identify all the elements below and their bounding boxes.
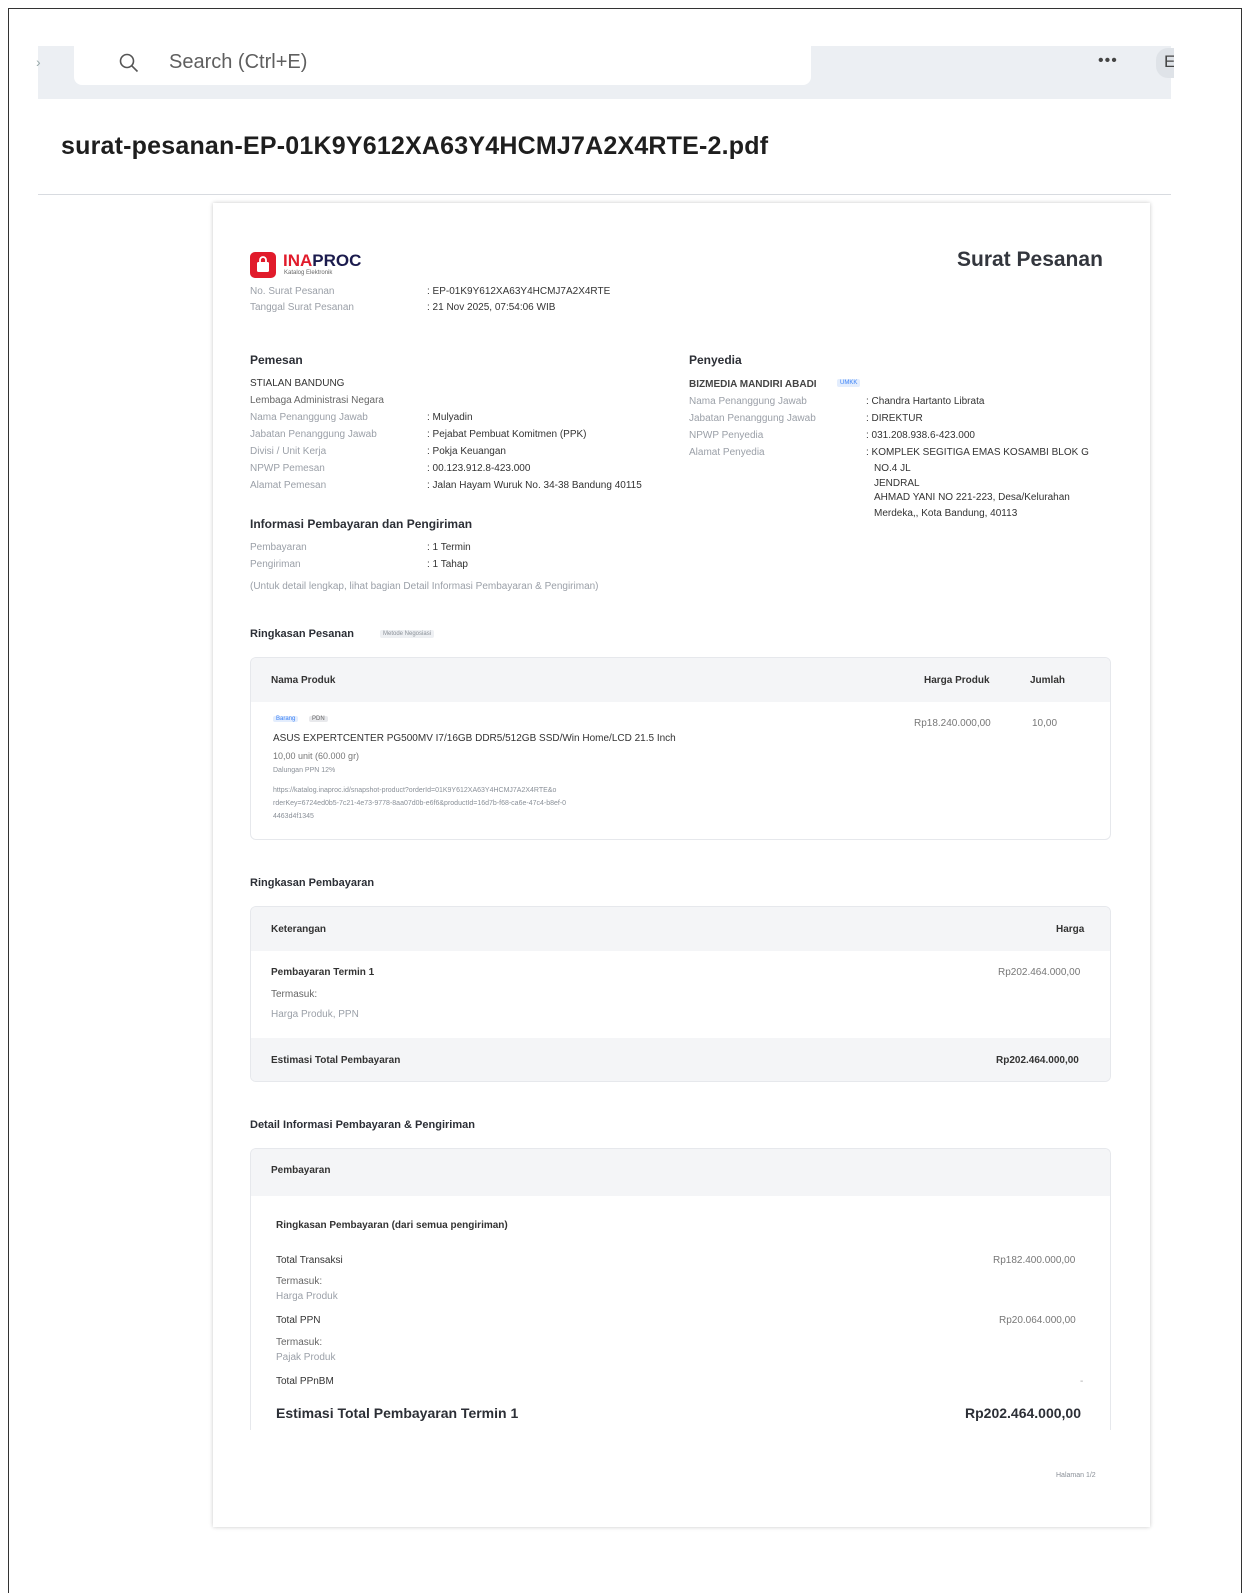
pemesan-row-value: : Mulyadin [427, 412, 473, 423]
no-surat-value: : EP-01K9Y612XA63Y4HCMJ7A2X4RTE [427, 286, 611, 297]
total-transaksi-value: Rp182.400.000,00 [993, 1255, 1076, 1266]
product-name: ASUS EXPERTCENTER PG500MV I7/16GB DDR5/5… [273, 733, 676, 744]
search-icon[interactable] [118, 52, 140, 74]
penyedia-address-line: AHMAD YANI NO 221-223, Desa/Kelurahan [874, 492, 1070, 503]
ringkasan-pembayaran-heading: Ringkasan Pembayaran [250, 877, 375, 889]
termin-label: Pembayaran Termin 1 [271, 967, 375, 978]
info-row-label: Pembayaran [250, 542, 307, 553]
includes-items: Harga Produk, PPN [271, 1009, 359, 1020]
detail-card-head: Pembayaran [271, 1165, 331, 1176]
penyedia-org: BIZMEDIA MANDIRI ABADI [689, 379, 817, 390]
pdn-tag: PDN [309, 716, 328, 722]
pemesan-row-label: Alamat Pemesan [250, 480, 327, 491]
info-row-value: : 1 Termin [427, 542, 471, 553]
logo-subtitle: Katalog Elektronik [284, 270, 333, 276]
card-header [251, 1149, 1110, 1196]
edge-button[interactable]: E [1156, 48, 1174, 78]
barang-tag: Barang [273, 716, 299, 722]
pemesan-row-value: : Pejabat Pembuat Komitmen (PPK) [427, 429, 587, 440]
pemesan-row-value: : Pokja Keuangan [427, 446, 506, 457]
detail-card [250, 1148, 1111, 1430]
penyedia-row-label: Nama Penanggung Jawab [689, 396, 807, 407]
estimasi-total-value: Rp202.464.000,00 [996, 1055, 1079, 1066]
info-note: (Untuk detail lengkap, lihat bagian Deta… [250, 581, 599, 592]
penyedia-address-line: Merdeka,, Kota Bandung, 40113 [874, 508, 1018, 519]
chevron-left-icon[interactable]: › [36, 54, 41, 70]
no-surat-label: No. Surat Pesanan [250, 286, 335, 297]
penyedia-address-line: JENDRAL [874, 478, 920, 489]
estimasi-termin-label: Estimasi Total Pembayaran Termin 1 [276, 1405, 519, 1421]
col-harga-produk: Harga Produk [924, 675, 990, 686]
pemesan-row-label: Jabatan Penanggung Jawab [250, 429, 377, 440]
info-row-label: Pengiriman [250, 559, 301, 570]
penyedia-row-value: : 031.208.938.6-423.000 [866, 430, 975, 441]
negotiation-tag: Metode Negosiasi [380, 630, 435, 638]
penyedia-row-value: : Chandra Hartanto Librata [866, 396, 985, 407]
pemesan-row-value: : 00.123.912.8-423.000 [427, 463, 531, 474]
pemesan-row-value: : Jalan Hayam Wuruk No. 34-38 Bandung 40… [427, 480, 642, 491]
product-url[interactable]: https://katalog.inaproc.id/snapshot-prod… [273, 787, 556, 794]
penyedia-row-label: Jabatan Penanggung Jawab [689, 413, 816, 424]
product-tax-note: Dalungan PPN 12% [273, 767, 336, 774]
detail-heading: Detail Informasi Pembayaran & Pengiriman [250, 1119, 475, 1131]
tanggal-label: Tanggal Surat Pesanan [250, 302, 354, 313]
penyedia-address-line: NO.4 JL [874, 463, 911, 474]
product-price: Rp18.240.000,00 [914, 718, 991, 729]
document-title: Surat Pesanan [957, 248, 1103, 271]
tanggal-value: : 21 Nov 2025, 07:54:06 WIB [427, 302, 556, 313]
file-title: surat-pesanan-EP-01K9Y612XA63Y4HCMJ7A2X4… [61, 132, 769, 160]
termasuk-label: Termasuk: [276, 1337, 323, 1348]
penyedia-row-label: Alamat Penyedia [689, 447, 765, 458]
col-jumlah: Jumlah [1030, 675, 1066, 686]
pemesan-heading: Pemesan [250, 353, 303, 367]
penyedia-row-value: : DIREKTUR [866, 413, 923, 424]
product-qty-line: 10,00 unit (60.000 gr) [273, 751, 360, 761]
total-ppnbm-label: Total PPnBM [276, 1376, 334, 1387]
inaproc-logo-icon [250, 252, 276, 278]
total-ppnbm-value: - [1080, 1376, 1084, 1387]
pajak-produk-note: Pajak Produk [276, 1352, 336, 1363]
pemesan-org-sub: Lembaga Administrasi Negara [250, 395, 384, 406]
info-heading: Informasi Pembayaran dan Pengiriman [250, 517, 473, 531]
penyedia-row-label: NPWP Penyedia [689, 430, 764, 441]
total-transaksi-label: Total Transaksi [276, 1255, 343, 1266]
product-qty: 10,00 [1032, 718, 1058, 729]
col-nama-produk: Nama Produk [271, 675, 336, 686]
info-row-value: : 1 Tahap [427, 559, 468, 570]
inaproc-logo: INAPROC [283, 251, 362, 270]
product-url[interactable]: 4463d4f1345 [273, 813, 314, 820]
more-options-icon[interactable]: ••• [1098, 52, 1118, 70]
search-input[interactable]: Search (Ctrl+E) [169, 51, 307, 74]
ringkasan-pesanan-heading: Ringkasan Pesanan [250, 628, 354, 640]
termasuk-label: Termasuk: [276, 1276, 323, 1287]
pemesan-org: STIALAN BANDUNG [250, 378, 345, 389]
estimasi-termin-value: Rp202.464.000,00 [965, 1405, 1081, 1421]
pemesan-row-label: Divisi / Unit Kerja [250, 446, 327, 457]
divider [38, 194, 1171, 195]
total-ppn-value: Rp20.064.000,00 [999, 1315, 1076, 1326]
pemesan-row-label: NPWP Pemesan [250, 463, 325, 474]
card-header [251, 907, 1110, 951]
harga-produk-note: Harga Produk [276, 1291, 338, 1302]
product-url[interactable]: rderKey=6724ed0b5-7c21-4e73-9778-8aa07d0… [273, 800, 566, 807]
umkk-badge: UMKK [837, 379, 861, 387]
detail-sub-heading: Ringkasan Pembayaran (dari semua pengiri… [276, 1220, 508, 1231]
termin-value: Rp202.464.000,00 [998, 967, 1081, 978]
col-harga: Harga [1056, 924, 1085, 935]
col-keterangan: Keterangan [271, 924, 327, 935]
penyedia-heading: Penyedia [689, 353, 742, 367]
pemesan-row-label: Nama Penanggung Jawab [250, 412, 368, 423]
total-ppn-label: Total PPN [276, 1315, 321, 1326]
penyedia-row-value: : KOMPLEK SEGITIGA EMAS KOSAMBI BLOK G [866, 447, 1089, 458]
page-number: Halaman 1/2 [1056, 1472, 1096, 1479]
estimasi-total-label: Estimasi Total Pembayaran [271, 1055, 401, 1066]
includes-label: Termasuk: [271, 989, 318, 1000]
